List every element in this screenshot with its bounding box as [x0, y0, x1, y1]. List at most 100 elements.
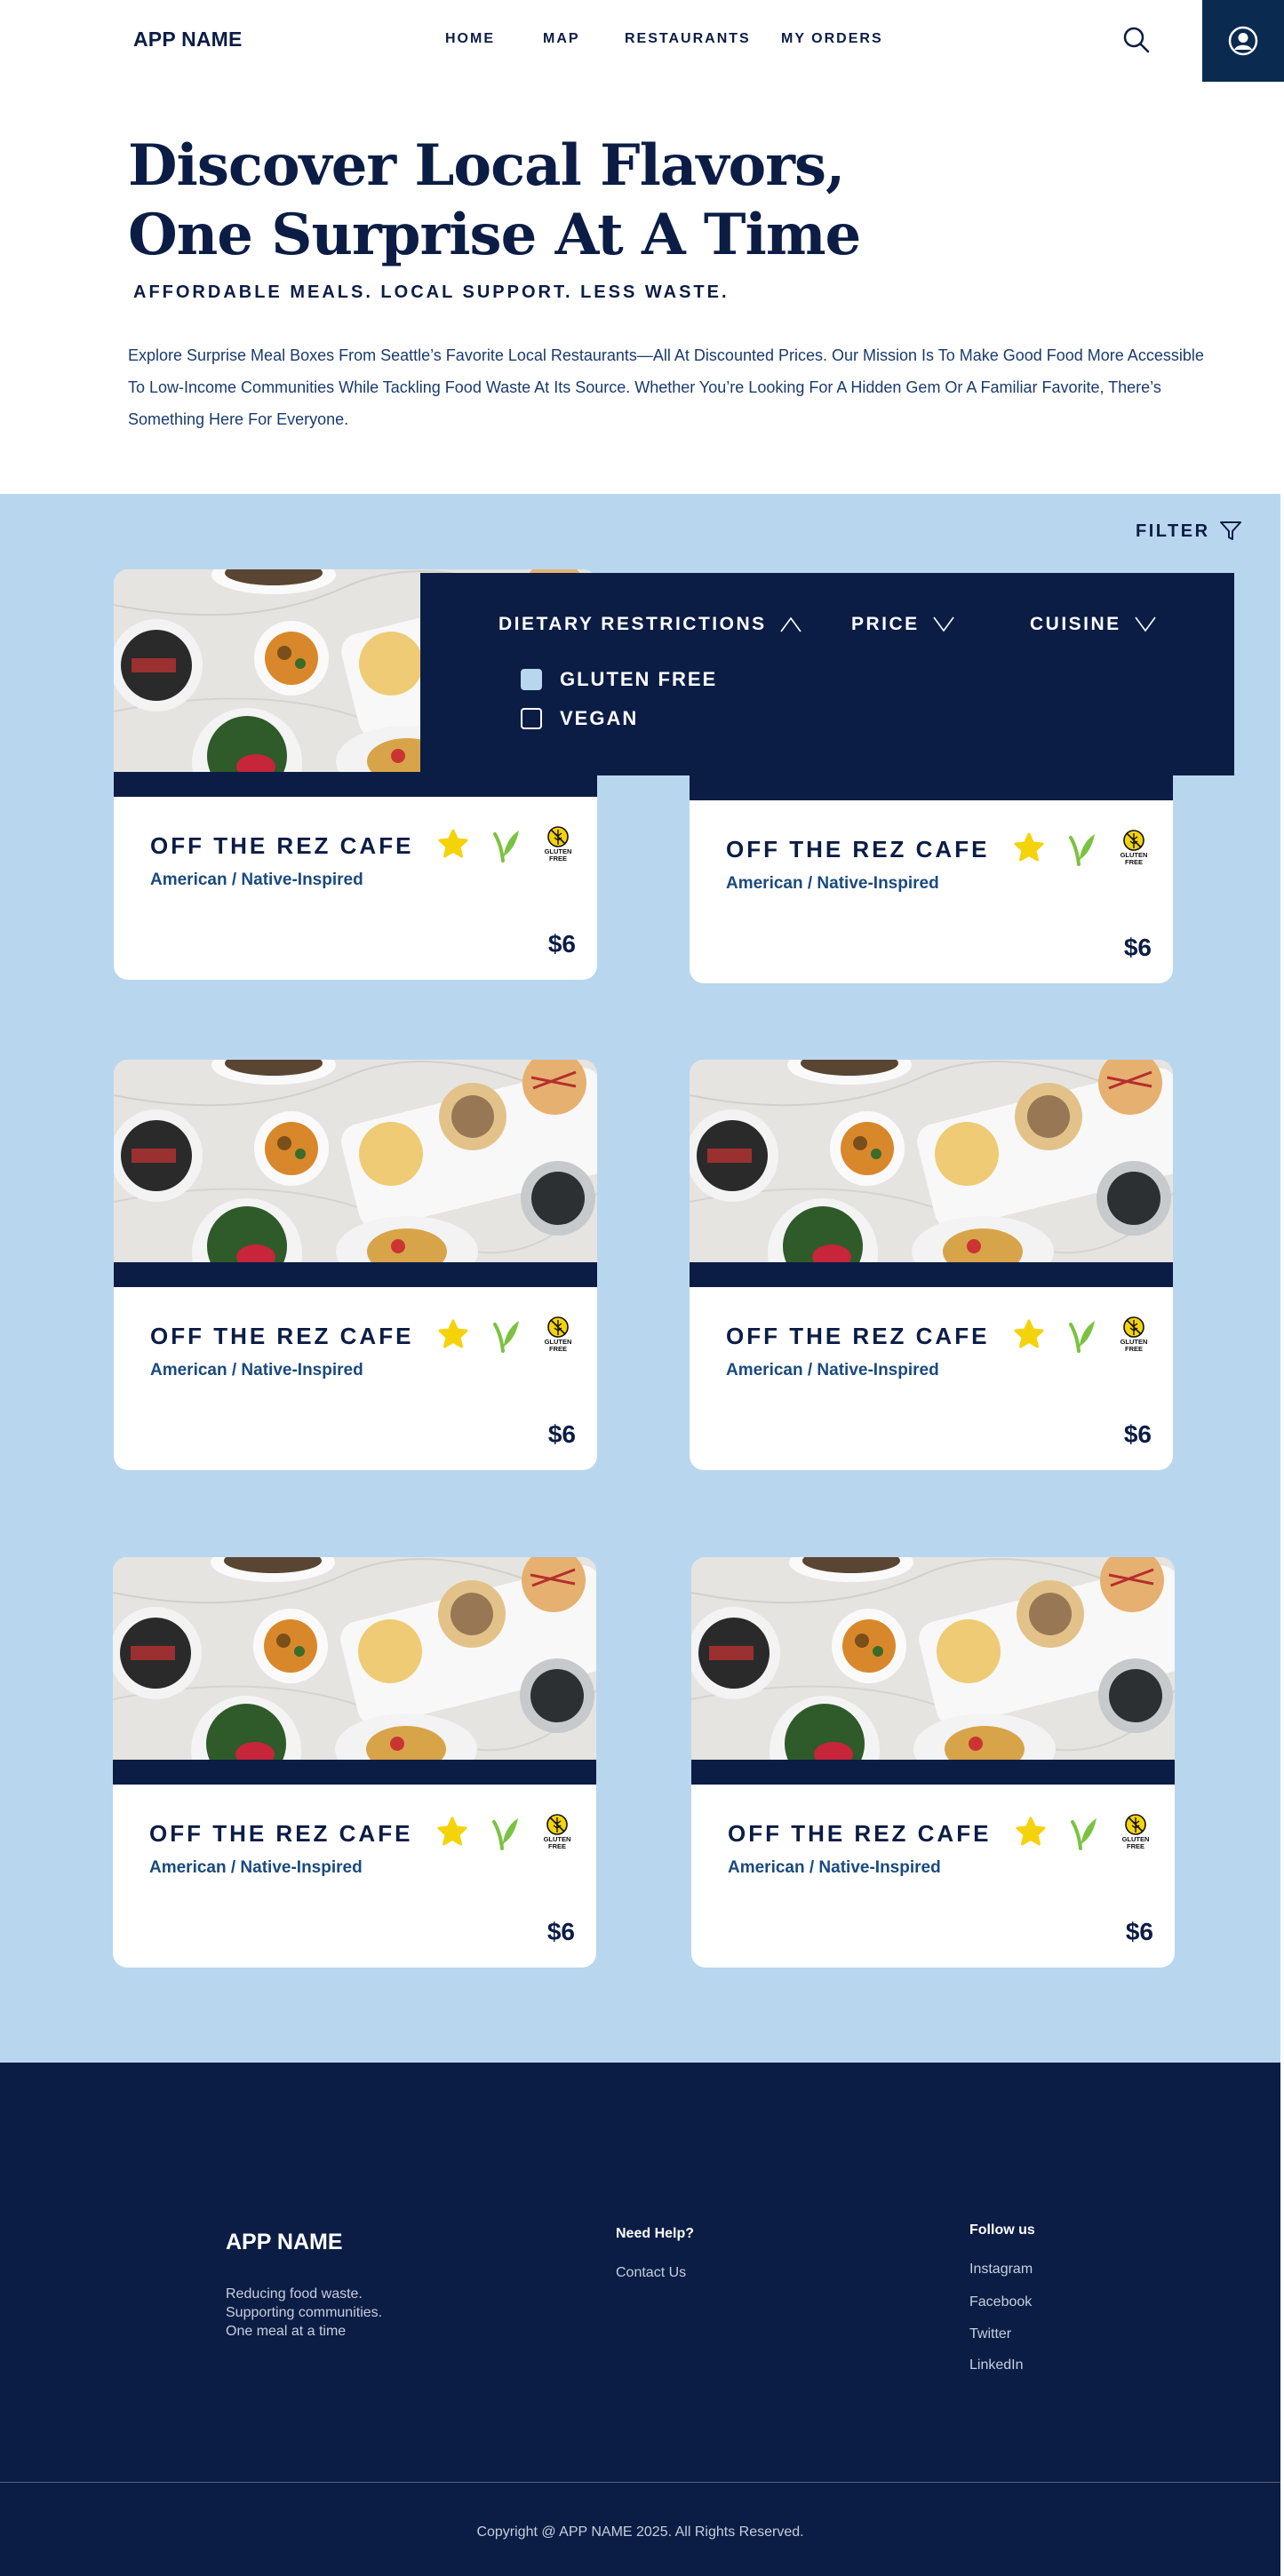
star-icon — [438, 1319, 468, 1348]
restaurant-name: OFF THE REZ CAFE — [728, 1820, 992, 1847]
footer-copyright: Copyright @ APP NAME 2025. All Rights Re… — [476, 2524, 804, 2540]
user-circle-icon — [1228, 26, 1258, 56]
filter-funnel-icon — [1219, 521, 1241, 540]
filter-price-toggle[interactable]: PRICE — [851, 614, 955, 635]
restaurant-name: OFF THE REZ CAFE — [150, 832, 414, 859]
vegan-leaf-icon — [492, 1818, 518, 1850]
nav-restaurants[interactable]: RESTAURANTS — [625, 31, 751, 47]
svg-text:FREE: FREE — [548, 1842, 566, 1850]
restaurant-cuisine: American / Native-Inspired — [150, 871, 363, 889]
food-photo — [114, 1060, 597, 1262]
star-icon — [1014, 832, 1044, 862]
footer-link-twitter[interactable]: Twitter — [969, 2326, 1011, 2342]
restaurant-price: $6 — [1123, 1420, 1152, 1448]
svg-text:FREE: FREE — [549, 1345, 567, 1353]
vegan-checkbox[interactable] — [521, 708, 542, 729]
restaurant-cuisine: American / Native-Inspired — [728, 1858, 941, 1877]
star-icon — [1014, 1319, 1044, 1348]
filter-dropdown-panel: DIETARY RESTRICTIONS PRICE CUISINE GLUTE… — [420, 573, 1234, 775]
food-photo — [691, 1557, 1175, 1760]
hero-title-line-1: Discover Local Flavors, — [128, 132, 845, 199]
restaurant-name: OFF THE REZ CAFE — [150, 1323, 414, 1349]
footer-tagline-line: Supporting communities. — [226, 2305, 383, 2320]
star-icon — [1016, 1817, 1046, 1846]
footer-tagline: Reducing food waste. Supporting communit… — [226, 2285, 382, 2341]
nav-my-orders[interactable]: MY ORDERS — [781, 31, 883, 47]
footer-divider — [0, 2482, 1280, 2483]
profile-button[interactable] — [1202, 0, 1284, 82]
hero-subtitle: AFFORDABLE MEALS. LOCAL SUPPORT. LESS WA… — [133, 282, 730, 302]
star-icon — [437, 1817, 467, 1846]
footer-follow-heading: Follow us — [969, 2222, 1035, 2238]
restaurant-cuisine: American / Native-Inspired — [149, 1858, 363, 1877]
nav-map[interactable]: MAP — [543, 31, 580, 47]
restaurant-cuisine: American / Native-Inspired — [150, 1361, 363, 1379]
gluten-free-icon: GLUTEN FREE — [1121, 1316, 1147, 1353]
restaurant-card[interactable]: OFF THE REZ CAFE American / Native-Inspi… — [691, 1557, 1175, 1968]
card-band — [113, 1760, 596, 1785]
restaurant-price: $6 — [1123, 934, 1152, 961]
restaurant-name: OFF THE REZ CAFE — [149, 1820, 413, 1847]
star-icon — [438, 829, 468, 858]
vegan-leaf-icon — [1069, 1321, 1095, 1353]
restaurant-name: OFF THE REZ CAFE — [726, 1323, 990, 1349]
filter-cuisine-toggle[interactable]: CUISINE — [1030, 614, 1157, 635]
search-icon — [1123, 27, 1150, 53]
footer-link-linkedin[interactable]: LinkedIn — [969, 2357, 1024, 2373]
chevron-down-icon — [933, 616, 954, 632]
card-band — [690, 775, 1173, 800]
card-band — [690, 1262, 1173, 1287]
vegan-leaf-icon — [493, 831, 519, 863]
chevron-up-icon — [779, 616, 802, 632]
restaurant-cuisine: American / Native-Inspired — [726, 874, 939, 893]
filter-cuisine-label: CUISINE — [1030, 614, 1121, 634]
gluten-free-icon: GLUTEN FREE — [544, 1814, 570, 1850]
restaurant-cuisine: American / Native-Inspired — [726, 1361, 939, 1379]
gluten-free-icon: GLUTEN FREE — [1121, 830, 1147, 866]
svg-text:FREE: FREE — [549, 855, 567, 863]
restaurant-price: $6 — [547, 1420, 576, 1448]
filter-label: FILTER — [1136, 521, 1210, 541]
restaurant-price: $6 — [546, 1918, 575, 1945]
hero-title: Discover Local Flavors, One Surprise At … — [128, 131, 1017, 270]
gluten-free-icon: GLUTEN FREE — [545, 826, 571, 863]
footer-link-facebook[interactable]: Facebook — [969, 2294, 1032, 2310]
gluten-free-icon: GLUTEN FREE — [1122, 1814, 1149, 1850]
vegan-leaf-icon — [493, 1321, 519, 1353]
restaurant-card[interactable]: OFF THE REZ CAFE American / Native-Inspi… — [690, 1060, 1173, 1470]
main-nav: HOME MAP RESTAURANTS MY ORDERS — [0, 31, 1284, 52]
footer-tagline-line: One meal at a time — [226, 2324, 347, 2339]
filter-option-gluten-free[interactable]: GLUTEN FREE — [521, 668, 717, 691]
site-header: APP NAME HOME MAP RESTAURANTS MY ORDERS — [0, 0, 1284, 82]
nav-home[interactable]: HOME — [445, 31, 495, 47]
hero-description: Explore Surprise Meal Boxes From Seattle… — [128, 346, 1204, 428]
restaurant-card[interactable]: OFF THE REZ CAFE American / Native-Inspi… — [113, 1557, 596, 1968]
footer-help-heading: Need Help? — [616, 2226, 695, 2241]
svg-text:FREE: FREE — [1125, 1345, 1143, 1353]
filter-button[interactable]: FILTER — [1136, 521, 1242, 542]
restaurant-price: $6 — [1125, 1918, 1153, 1945]
footer-link-contact[interactable]: Contact Us — [616, 2265, 686, 2281]
gluten-free-icon: GLUTEN FREE — [545, 1316, 571, 1353]
filter-dietary-toggle[interactable]: DIETARY RESTRICTIONS — [498, 614, 802, 635]
footer-logo[interactable]: APP NAME — [226, 2230, 343, 2255]
vegan-leaf-icon — [1069, 834, 1095, 866]
filter-option-vegan[interactable]: VEGAN — [521, 707, 638, 730]
footer-link-instagram[interactable]: Instagram — [969, 2262, 1033, 2278]
card-band — [691, 1760, 1175, 1785]
filter-dietary-label: DIETARY RESTRICTIONS — [498, 614, 767, 634]
gluten-free-checkbox[interactable] — [521, 669, 542, 690]
restaurant-price: $6 — [547, 930, 576, 958]
food-photo — [690, 1060, 1173, 1262]
search-button[interactable] — [1121, 25, 1152, 55]
svg-text:FREE: FREE — [1125, 858, 1143, 866]
site-footer: APP NAME Reducing food waste. Supporting… — [0, 2063, 1280, 2576]
card-band — [114, 772, 597, 797]
hero-title-line-2: One Surprise At A Time — [128, 202, 861, 268]
restaurant-card[interactable]: OFF THE REZ CAFE American / Native-Inspi… — [114, 1060, 597, 1470]
chevron-down-icon — [1135, 616, 1156, 632]
restaurant-name: OFF THE REZ CAFE — [726, 836, 990, 863]
card-band — [114, 1262, 597, 1287]
food-photo — [113, 1557, 596, 1760]
vegan-leaf-icon — [1071, 1818, 1097, 1850]
